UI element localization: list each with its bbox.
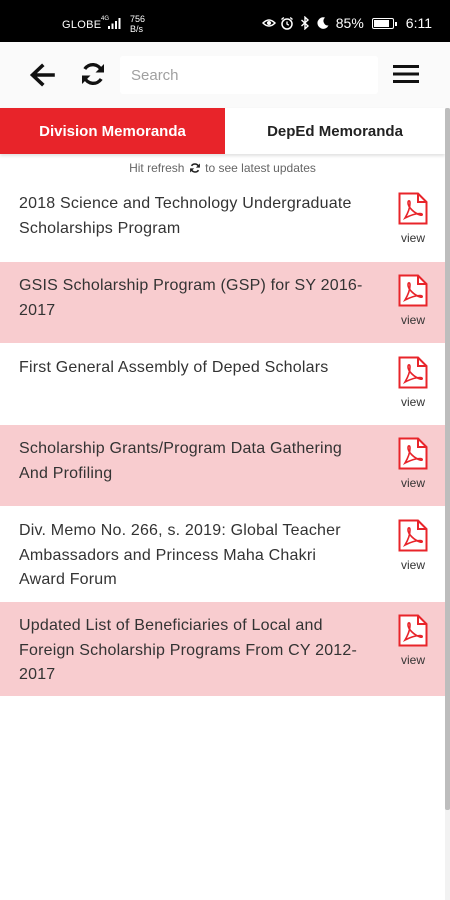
- status-bar: GLOBE 4G 756 B/s 85% 6:11: [0, 0, 450, 42]
- refresh-hint-icon: [189, 163, 200, 173]
- view-link[interactable]: view: [392, 231, 434, 245]
- memo-title: 2018 Science and Technology Undergraduat…: [19, 195, 352, 237]
- refresh-hint-prefix: Hit refresh: [129, 161, 185, 175]
- tab-deped-memoranda[interactable]: DepEd Memoranda: [225, 108, 445, 154]
- list-item[interactable]: Div. Memo No. 266, s. 2019: Global Teach…: [0, 507, 445, 602]
- toolbar: [0, 42, 450, 108]
- signal-icon: [108, 18, 121, 29]
- pdf-icon[interactable]: [398, 274, 428, 307]
- view-link[interactable]: view: [392, 558, 434, 572]
- network-speed: 756 B/s: [130, 14, 146, 34]
- clock: 6:11: [405, 15, 432, 31]
- do-not-disturb-icon: [317, 17, 329, 29]
- alarm-icon: [280, 16, 293, 30]
- memo-title: First General Assembly of Deped Scholars: [19, 359, 329, 376]
- pdf-icon[interactable]: [398, 437, 428, 470]
- view-link[interactable]: view: [392, 395, 434, 409]
- pdf-icon[interactable]: [398, 519, 428, 552]
- list-item[interactable]: GSIS Scholarship Program (GSP) for SY 20…: [0, 262, 445, 344]
- battery-icon: [371, 17, 397, 29]
- tab-bar: Division Memoranda DepEd Memoranda: [0, 108, 445, 154]
- list-item[interactable]: Scholarship Grants/Program Data Gatherin…: [0, 425, 445, 507]
- memo-title: GSIS Scholarship Program (GSP) for SY 20…: [19, 277, 363, 319]
- view-link[interactable]: view: [392, 653, 434, 667]
- view-link[interactable]: view: [392, 476, 434, 490]
- refresh-icon[interactable]: [79, 60, 107, 88]
- tab-division-memoranda[interactable]: Division Memoranda: [0, 108, 225, 154]
- bluetooth-icon: [300, 16, 309, 30]
- scrollbar-thumb[interactable]: [445, 108, 450, 810]
- pdf-icon[interactable]: [398, 356, 428, 389]
- status-icons: 85% 6:11: [261, 15, 432, 31]
- memo-title: Updated List of Beneficiaries of Local a…: [19, 617, 358, 683]
- pdf-icon[interactable]: [398, 614, 428, 647]
- list-item[interactable]: Updated List of Beneficiaries of Local a…: [0, 602, 445, 697]
- back-arrow-icon[interactable]: [28, 62, 56, 88]
- view-link[interactable]: view: [392, 313, 434, 327]
- battery-percent: 85%: [335, 15, 364, 31]
- search-box: [120, 56, 378, 94]
- carrier-label: GLOBE: [62, 19, 102, 31]
- list-item[interactable]: First General Assembly of Deped Scholars…: [0, 344, 445, 425]
- eye-comfort-icon: [261, 19, 276, 27]
- hamburger-menu-icon[interactable]: [393, 64, 419, 84]
- refresh-hint: Hit refresh to see latest updates: [0, 157, 445, 179]
- refresh-hint-suffix: to see latest updates: [205, 161, 316, 175]
- memo-title: Div. Memo No. 266, s. 2019: Global Teach…: [19, 522, 341, 588]
- list-item[interactable]: 2018 Science and Technology Undergraduat…: [0, 180, 445, 262]
- memo-title: Scholarship Grants/Program Data Gatherin…: [19, 440, 343, 482]
- search-input[interactable]: [120, 56, 378, 94]
- memoranda-list: 2018 Science and Technology Undergraduat…: [0, 180, 445, 697]
- pdf-icon[interactable]: [398, 192, 428, 225]
